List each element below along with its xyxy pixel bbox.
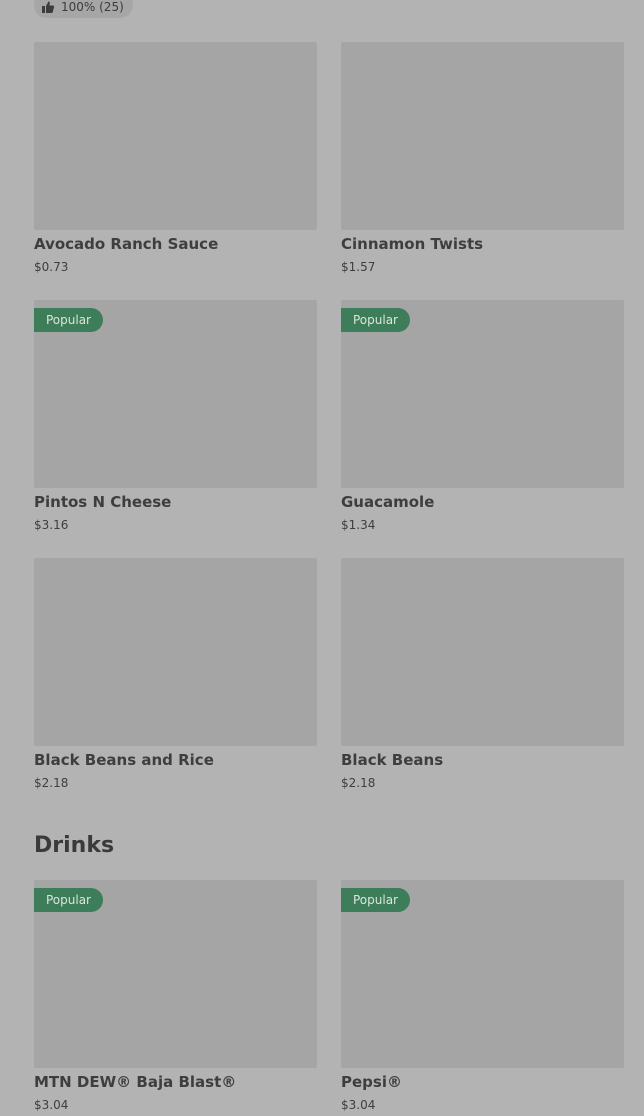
- menu-item-card[interactable]: Popular Guacamole $1.34: [341, 300, 624, 532]
- menu-item-card[interactable]: Popular Pintos N Cheese $3.16: [34, 300, 317, 532]
- menu-item-card[interactable]: Popular Pepsi® $3.04: [341, 880, 624, 1112]
- thumbs-up-icon: [42, 1, 54, 13]
- popular-badge: Popular: [341, 888, 410, 912]
- item-name: Guacamole: [341, 493, 435, 511]
- popular-badge: Popular: [34, 888, 103, 912]
- item-image[interactable]: Popular: [34, 880, 317, 1068]
- item-image[interactable]: [34, 558, 317, 746]
- item-image[interactable]: Popular: [34, 300, 317, 488]
- item-image[interactable]: [34, 42, 317, 230]
- menu-item-card[interactable]: Avocado Ranch Sauce $0.73: [34, 42, 317, 274]
- section-title-drinks: Drinks: [34, 833, 115, 858]
- item-name: Cinnamon Twists: [341, 235, 484, 253]
- rating-text: 100% (25): [61, 0, 124, 14]
- popular-badge: Popular: [341, 308, 410, 332]
- menu-item-card[interactable]: Popular MTN DEW® Baja Blast® $3.04: [34, 880, 317, 1112]
- item-name: Black Beans: [341, 751, 444, 769]
- item-price: $3.16: [34, 518, 69, 532]
- item-image[interactable]: [341, 42, 624, 230]
- item-price: $0.73: [34, 260, 69, 274]
- item-name: Avocado Ranch Sauce: [34, 235, 219, 253]
- menu-item-card[interactable]: Cinnamon Twists $1.57: [341, 42, 624, 274]
- menu-item-card[interactable]: Black Beans $2.18: [341, 558, 624, 790]
- item-name: Pepsi®: [341, 1073, 402, 1091]
- item-price: $2.18: [34, 776, 69, 790]
- item-price: $1.57: [341, 260, 376, 274]
- item-price: $3.04: [34, 1098, 69, 1112]
- popular-badge: Popular: [34, 308, 103, 332]
- item-name: MTN DEW® Baja Blast®: [34, 1073, 237, 1091]
- item-image[interactable]: [341, 558, 624, 746]
- menu-item-card[interactable]: Black Beans and Rice $2.18: [34, 558, 317, 790]
- item-image[interactable]: Popular: [341, 300, 624, 488]
- item-price: $2.18: [341, 776, 376, 790]
- rating-pill: 100% (25): [34, 0, 133, 18]
- item-image[interactable]: Popular: [341, 880, 624, 1068]
- item-name: Black Beans and Rice: [34, 751, 214, 769]
- item-name: Pintos N Cheese: [34, 493, 172, 511]
- item-price: $1.34: [341, 518, 376, 532]
- item-price: $3.04: [341, 1098, 376, 1112]
